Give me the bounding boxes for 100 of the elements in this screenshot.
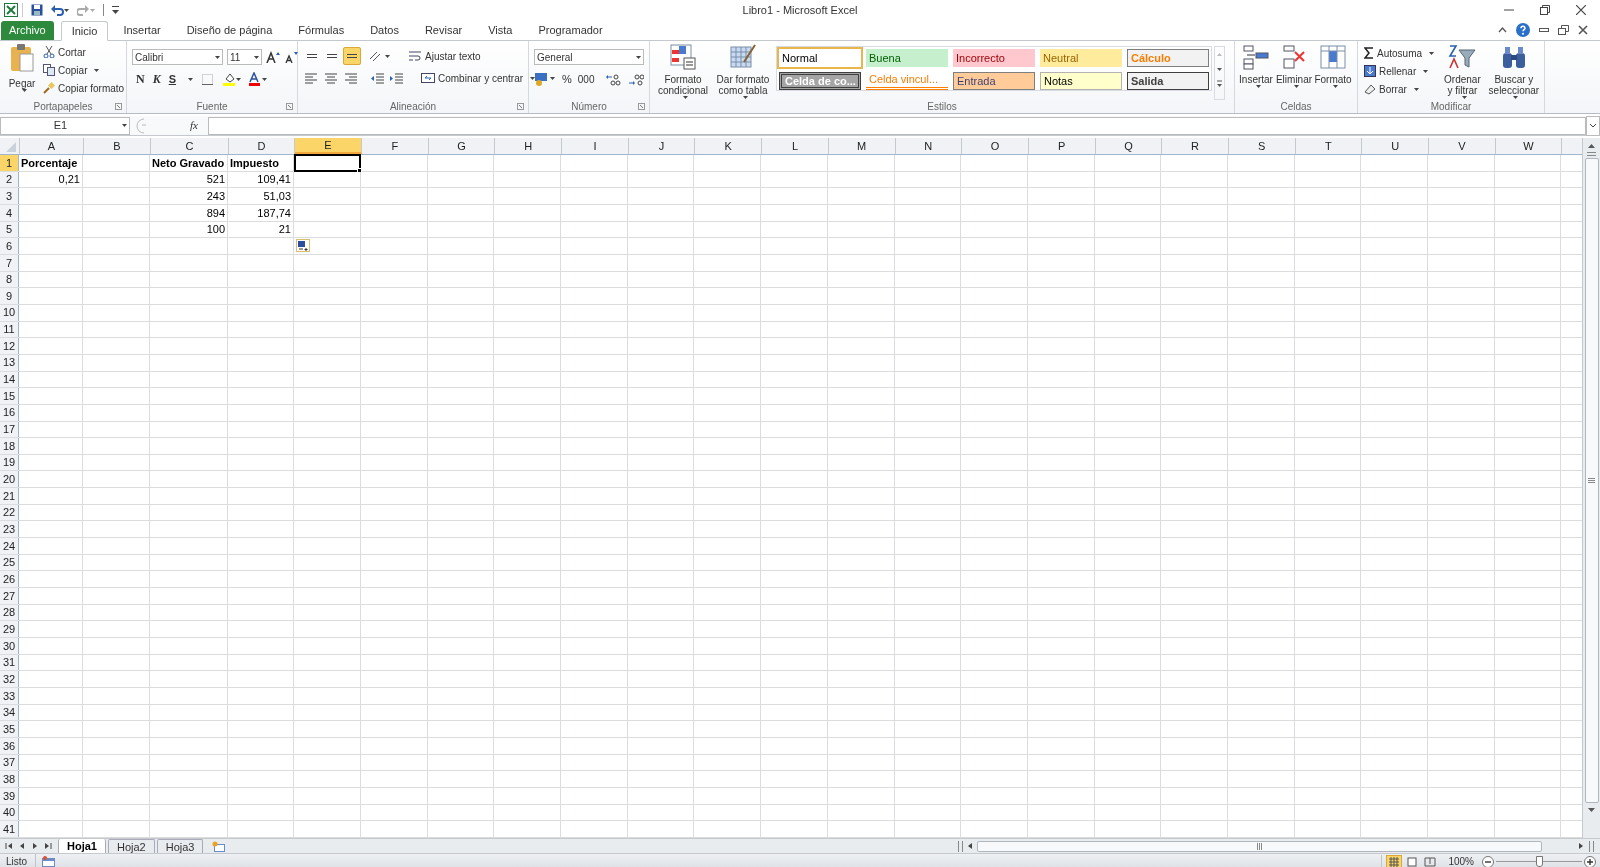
zoom-in-icon[interactable] (1584, 855, 1596, 867)
delete-button[interactable]: Eliminar (1275, 41, 1313, 100)
scrollbar-thumb[interactable] (977, 840, 1542, 852)
format-cells-icon[interactable] (1320, 44, 1346, 70)
row-header[interactable]: 24 (0, 538, 19, 554)
copy-button[interactable]: Copiar (42, 61, 126, 79)
conditional-format-button[interactable]: Formato condicional (654, 41, 712, 100)
cell-style-option[interactable]: Neutral (1040, 49, 1122, 67)
column-header[interactable]: U (1362, 138, 1429, 154)
italic-button[interactable]: K (152, 70, 161, 88)
table-cell[interactable]: 21 (228, 221, 294, 238)
row-header[interactable]: 15 (0, 388, 19, 404)
scissors-icon[interactable] (43, 46, 55, 58)
copy-icon[interactable] (43, 64, 55, 76)
shrink-font-icon[interactable] (284, 51, 298, 63)
fill-color-icon[interactable] (223, 72, 242, 86)
sort-filter-button[interactable]: Ordenar y filtrar (1441, 41, 1484, 100)
caret-icon[interactable] (122, 124, 127, 127)
caret-icon[interactable] (1461, 96, 1467, 99)
insert-sheet-icon[interactable] (212, 840, 227, 852)
column-header[interactable]: J (628, 138, 696, 154)
normal-view-button[interactable] (1386, 854, 1403, 867)
dialog-launcher-icon[interactable] (517, 103, 524, 110)
column-header[interactable]: G (428, 138, 496, 154)
row-header[interactable]: 3 (0, 188, 19, 204)
format-as-table-button[interactable]: Dar formato como tabla (714, 41, 772, 100)
sort-filter-icon[interactable] (1448, 44, 1477, 70)
sheet-tab[interactable]: Hoja3 (156, 838, 204, 854)
row-header[interactable]: 32 (0, 671, 19, 687)
table-cell[interactable]: 100 (150, 221, 228, 238)
caret-icon[interactable] (530, 76, 536, 80)
merge-center-button[interactable]: Combinar y centrar (420, 69, 537, 87)
close-icon[interactable] (1576, 5, 1586, 15)
row-header[interactable]: 20 (0, 471, 19, 488)
column-header[interactable]: K (695, 138, 763, 154)
column-header[interactable]: M (828, 138, 896, 154)
column-header[interactable]: C (151, 138, 229, 154)
caret-icon[interactable] (254, 55, 259, 59)
font-name-field[interactable]: Calibri (132, 49, 223, 65)
table-cell[interactable]: Impuesto (228, 155, 294, 171)
previous-sheet-icon[interactable] (18, 842, 26, 850)
align-center-icon[interactable] (324, 71, 340, 85)
active-cell[interactable] (294, 154, 361, 172)
row-header[interactable]: 18 (0, 438, 19, 454)
cell-style-option[interactable]: Salida (1127, 72, 1209, 90)
column-header[interactable]: P (1028, 138, 1096, 154)
table-cell[interactable]: 894 (150, 204, 228, 221)
scroll-right-icon[interactable] (1577, 842, 1585, 850)
caret-icon[interactable] (742, 96, 748, 99)
insert-cells-icon[interactable] (1243, 44, 1269, 70)
conditional-format-icon[interactable] (670, 44, 696, 70)
expand-handle-icon[interactable] (134, 117, 148, 134)
row-header[interactable]: 33 (0, 688, 19, 704)
split-handle-icon[interactable] (958, 840, 963, 852)
orientation-icon[interactable] (369, 50, 391, 62)
caret-icon[interactable] (1293, 85, 1299, 88)
formula-input[interactable] (207, 116, 1586, 135)
wrap-text-button[interactable]: Ajustar texto (407, 47, 482, 65)
column-header[interactable]: A (20, 138, 84, 154)
file-tab[interactable]: Archivo (1, 21, 54, 40)
table-cell[interactable]: 109,41 (228, 171, 294, 188)
row-header[interactable]: 12 (0, 338, 19, 354)
table-cell[interactable]: 187,74 (228, 204, 294, 221)
dialog-launcher-icon[interactable] (286, 103, 293, 110)
align-right-icon[interactable] (344, 71, 360, 85)
zoom-out-icon[interactable] (1482, 855, 1494, 867)
save-icon[interactable] (31, 4, 43, 16)
next-sheet-icon[interactable] (31, 842, 39, 850)
borders-icon[interactable] (201, 73, 216, 85)
caret-icon[interactable] (1423, 69, 1429, 73)
dialog-launcher-icon[interactable] (638, 103, 645, 110)
row-header[interactable]: 26 (0, 571, 19, 588)
caret-icon[interactable] (94, 68, 100, 72)
merge-cells-icon[interactable] (421, 72, 435, 84)
ribbon-tab[interactable]: Insertar (112, 21, 172, 40)
dialog-launcher-icon[interactable] (115, 103, 122, 110)
paste-options-icon[interactable] (296, 239, 310, 253)
column-header[interactable]: L (762, 138, 829, 154)
insert-button[interactable]: Insertar (1237, 41, 1275, 100)
caret-icon[interactable] (215, 55, 220, 59)
scroll-up-icon[interactable] (1587, 141, 1596, 150)
clear-button[interactable]: Borrar (1363, 80, 1436, 98)
vertical-align-button[interactable] (343, 47, 361, 65)
insert-function-button[interactable]: fx (190, 117, 198, 134)
customize-toolbar-icon[interactable] (112, 6, 119, 14)
table-cell[interactable]: 243 (150, 188, 228, 204)
column-header[interactable]: B (84, 138, 151, 154)
align-left-icon[interactable] (304, 71, 320, 85)
caret-icon[interactable] (21, 89, 27, 92)
decrease-decimal-icon[interactable] (628, 72, 645, 86)
ribbon-tab[interactable]: Vista (477, 21, 524, 40)
sigma-icon[interactable] (1364, 47, 1374, 59)
grow-font-icon[interactable] (266, 51, 280, 63)
percent-button[interactable]: % (562, 71, 572, 88)
eraser-icon[interactable] (1364, 83, 1376, 95)
caret-icon[interactable] (1255, 85, 1261, 88)
scroll-down-icon[interactable] (1587, 806, 1596, 815)
column-header[interactable]: E (295, 138, 362, 154)
table-cell[interactable]: Porcentaje (19, 155, 83, 171)
close-window-icon[interactable] (1578, 25, 1588, 35)
